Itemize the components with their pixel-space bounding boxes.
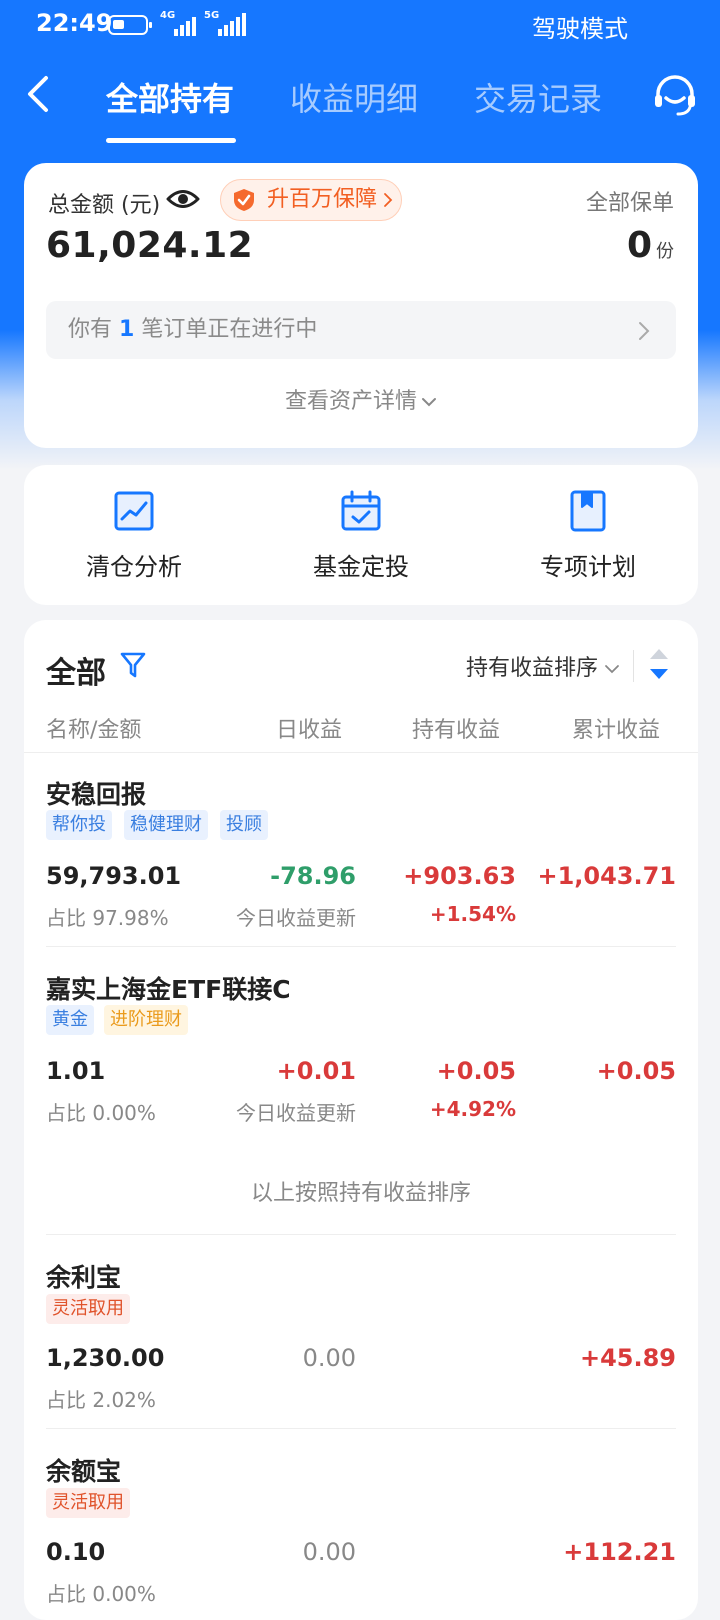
item-tag: 帮你投 xyxy=(46,810,112,840)
item-amount: 1.01 xyxy=(46,1057,106,1085)
divider xyxy=(24,752,698,753)
eye-icon[interactable] xyxy=(166,185,200,213)
signal-icon-5g: 5G xyxy=(204,10,252,36)
item-share: 占比 0.00% xyxy=(46,1582,156,1606)
item-daily-income: +0.01 xyxy=(276,1057,356,1085)
item-holding-rate: +1.54% xyxy=(429,902,516,926)
item-share: 占比 2.02% xyxy=(46,1388,156,1412)
chevron-down-icon xyxy=(605,665,619,674)
item-amount: 1,230.00 xyxy=(46,1344,165,1372)
pending-order-bar[interactable]: 你有 1 笔订单正在进行中 xyxy=(46,301,676,359)
item-tag: 进阶理财 xyxy=(104,1005,188,1035)
item-daily-note: 今日收益更新 xyxy=(236,1101,356,1125)
customer-service-icon[interactable] xyxy=(652,74,698,118)
guarantee-badge[interactable]: 升百万保障 xyxy=(220,179,403,221)
total-amount-label: 总金额 (元) xyxy=(48,193,161,218)
item-daily-income: 0.00 xyxy=(302,1538,356,1566)
item-tag: 灵活取用 xyxy=(46,1294,130,1324)
item-amount: 59,793.01 xyxy=(46,862,182,890)
policy-count[interactable]: 0份 xyxy=(627,225,674,266)
item-cumulative-income: +0.05 xyxy=(596,1057,676,1085)
special-plan-button[interactable]: 专项计划 xyxy=(498,489,678,582)
item-holding-rate: +4.92% xyxy=(429,1097,516,1121)
item-name: 安稳回报 xyxy=(46,780,147,809)
item-daily-income: 0.00 xyxy=(302,1344,356,1372)
signal-icon: 4G xyxy=(160,10,208,36)
all-policies-label[interactable]: 全部保单 xyxy=(586,185,674,217)
item-share: 占比 97.98% xyxy=(46,906,169,930)
divider xyxy=(633,650,634,682)
tab-transactions[interactable]: 交易记录 xyxy=(474,74,602,120)
item-cumulative-income: +1,043.71 xyxy=(537,862,676,890)
item-tag: 稳健理财 xyxy=(124,810,208,840)
trend-chart-icon xyxy=(114,491,154,531)
item-tag: 投顾 xyxy=(220,810,268,840)
column-header-cumulative: 累计收益 xyxy=(572,718,661,743)
chevron-right-icon xyxy=(384,193,393,207)
shield-icon xyxy=(234,189,254,211)
sort-order-icon[interactable] xyxy=(648,646,670,682)
holdings-list-card: 全部 持有收益排序 名称/金额 日收益 持有收益 累计收益 安稳回报 帮你投 稳… xyxy=(24,620,698,1620)
tab-all-holdings[interactable]: 全部持有 xyxy=(106,74,234,120)
filter-icon[interactable] xyxy=(120,650,146,680)
asset-summary-card: 总金额 (元) 升百万保障 61,024.12 全部保单 0份 你有 1 笔订单… xyxy=(24,163,698,448)
quick-actions-card: 清仓分析 基金定投 专项计划 xyxy=(24,465,698,605)
clearance-analysis-button[interactable]: 清仓分析 xyxy=(44,489,224,582)
column-header-holding: 持有收益 xyxy=(412,718,501,743)
column-header-name: 名称/金额 xyxy=(46,718,142,743)
item-name: 余额宝 xyxy=(46,1457,122,1486)
view-asset-details-link[interactable]: 查看资产详情 xyxy=(24,383,698,415)
sort-dropdown[interactable]: 持有收益排序 xyxy=(466,650,620,682)
tab-income-details[interactable]: 收益明细 xyxy=(290,74,418,120)
pending-order-count: 1 xyxy=(119,317,135,342)
active-tab-indicator xyxy=(106,138,236,143)
drive-mode-label: 驾驶模式 xyxy=(532,15,628,43)
sort-note: 以上按照持有收益排序 xyxy=(250,1181,471,1206)
item-amount: 0.10 xyxy=(46,1538,106,1566)
item-name: 嘉实上海金ETF联接C xyxy=(46,975,291,1004)
top-nav: 全部持有 收益明细 交易记录 xyxy=(0,56,720,146)
status-time: 22:49 xyxy=(36,9,113,37)
guarantee-label: 升百万保障 xyxy=(267,187,378,212)
item-tag: 黄金 xyxy=(46,1005,94,1035)
calendar-check-icon xyxy=(341,490,381,531)
item-cumulative-income: +112.21 xyxy=(563,1538,676,1566)
item-name: 余利宝 xyxy=(46,1263,122,1292)
column-header-daily: 日收益 xyxy=(276,718,343,743)
item-daily-income: -78.96 xyxy=(270,862,356,890)
fund-auto-invest-button[interactable]: 基金定投 xyxy=(271,489,451,582)
bookmark-icon xyxy=(570,490,606,532)
item-tag: 灵活取用 xyxy=(46,1488,130,1518)
divider xyxy=(46,946,676,947)
divider xyxy=(46,1234,676,1235)
status-bar: 22:49 4G 5G 驾驶模式 xyxy=(0,0,720,48)
back-arrow-icon[interactable] xyxy=(22,74,58,114)
total-amount-value: 61,024.12 xyxy=(46,225,254,266)
chevron-down-icon xyxy=(422,398,436,407)
list-title: 全部 xyxy=(46,656,106,691)
item-daily-note: 今日收益更新 xyxy=(236,906,356,930)
chevron-right-icon xyxy=(639,322,650,340)
battery-icon xyxy=(108,15,152,35)
item-share: 占比 0.00% xyxy=(46,1101,156,1125)
divider xyxy=(46,1428,676,1429)
item-cumulative-income: +45.89 xyxy=(579,1344,676,1372)
item-holding-income: +0.05 xyxy=(436,1057,516,1085)
item-holding-income: +903.63 xyxy=(403,862,516,890)
